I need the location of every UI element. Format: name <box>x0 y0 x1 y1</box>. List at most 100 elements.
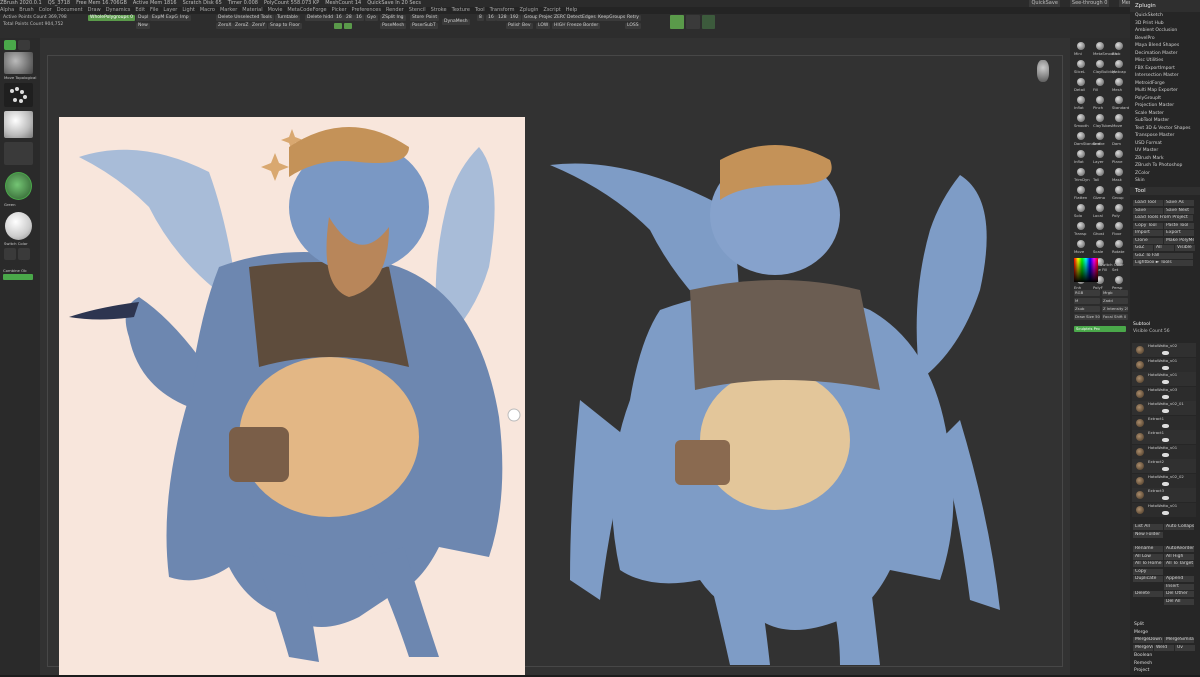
menu-file[interactable]: File <box>150 7 158 14</box>
alpha-preview[interactable] <box>4 111 33 138</box>
eye-icon[interactable] <box>1162 496 1169 500</box>
subtool-row[interactable]: HotoWatto_v02_02 <box>1132 473 1196 488</box>
zplugin-item[interactable]: 3D Print Hub <box>1130 20 1200 28</box>
subtool-row[interactable]: Extract1 <box>1132 415 1196 430</box>
brush-sphere-icon[interactable] <box>1077 222 1085 230</box>
zeroz-button[interactable]: ZeroZ <box>233 23 251 29</box>
tool-button[interactable]: GoZ To Fall <box>1133 252 1193 259</box>
zplugin-item[interactable]: ZColor <box>1130 170 1200 178</box>
brush-sphere-icon[interactable] <box>1115 114 1123 122</box>
merge-button[interactable]: Uv <box>1175 644 1195 651</box>
tool-button[interactable]: Save Next <box>1164 207 1194 214</box>
menu-document[interactable]: Document <box>57 7 83 14</box>
tool-button[interactable]: GoZ <box>1133 245 1153 251</box>
zplugin-item[interactable]: Skin <box>1130 177 1200 185</box>
brush-sphere-icon[interactable] <box>1096 204 1104 212</box>
brush-setting-button[interactable]: Mrgb <box>1102 290 1128 296</box>
tool-button[interactable]: Save <box>1133 207 1163 214</box>
zplugin-item[interactable]: Projection Master <box>1130 102 1200 110</box>
brush-sphere-icon[interactable] <box>1115 222 1123 230</box>
menu-alpha[interactable]: Alpha <box>0 7 14 14</box>
brush-sphere-icon[interactable] <box>1115 186 1123 194</box>
brush-sphere-icon[interactable] <box>1077 186 1085 194</box>
subtool-op-button[interactable]: All Low <box>1133 553 1163 560</box>
menu-picker[interactable]: Picker <box>332 7 347 14</box>
zremesher-button[interactable] <box>670 15 684 29</box>
eye-icon[interactable] <box>1162 409 1169 413</box>
tool-button[interactable]: Copy Tool <box>1133 222 1163 229</box>
subtool-op-button[interactable]: Del Other <box>1164 591 1194 597</box>
menu-zscript[interactable]: Zscript <box>543 7 560 14</box>
merge-button[interactable]: Weld <box>1154 644 1174 651</box>
edit-mode-button[interactable] <box>4 40 16 50</box>
loss-button[interactable]: LOSS <box>625 23 641 29</box>
eye-icon[interactable] <box>1162 365 1169 370</box>
menu-help[interactable]: Help <box>566 7 577 14</box>
subtool-op-button[interactable]: Insert <box>1164 583 1194 590</box>
brush-sphere-icon[interactable] <box>1077 204 1085 212</box>
brush-sphere-icon[interactable] <box>1115 78 1123 86</box>
toggle-on-button[interactable] <box>334 23 342 29</box>
brush-sphere-icon[interactable] <box>1096 240 1104 248</box>
draw-mode-button[interactable] <box>18 40 30 50</box>
zplugin-item[interactable]: QuickSketch <box>1130 12 1200 20</box>
merge-button[interactable]: MergeDown <box>1133 637 1163 643</box>
stroke-preview[interactable] <box>4 83 33 107</box>
menu-material[interactable]: Material <box>242 7 262 14</box>
dupl-button[interactable]: Dupl <box>136 15 151 21</box>
subtool-list-button[interactable]: Auto Collapse <box>1164 524 1194 530</box>
low-button[interactable]: LOW <box>536 23 551 29</box>
tool-button[interactable]: Import <box>1133 230 1163 236</box>
menu-metacodeforge[interactable]: MetaCodeForge <box>287 7 326 14</box>
keep-groups-button[interactable]: KeepGroups <box>596 15 628 21</box>
snap-floor-button[interactable]: Snap to Floor <box>268 23 302 29</box>
brush-sphere-icon[interactable] <box>1077 42 1085 50</box>
delete-hidden-button[interactable]: Delete hidd <box>305 15 336 21</box>
toggle-on-button-2[interactable] <box>344 23 352 29</box>
brush-sphere-icon[interactable] <box>1077 96 1085 104</box>
subtool-row[interactable]: HotoWatto_v01 <box>1132 444 1196 459</box>
tool-button[interactable]: Make PolyMesh3D <box>1164 237 1194 244</box>
whole-polygroups-button[interactable]: WholePolygroups 0 <box>88 15 136 21</box>
tool-button[interactable]: Save As <box>1164 200 1194 206</box>
eye-icon[interactable] <box>1162 438 1169 442</box>
subtool-row[interactable]: HotoWatto_v01 <box>1132 357 1196 372</box>
tool-button[interactable]: Clone <box>1133 237 1163 244</box>
brush-setting-button[interactable]: RGB <box>1074 290 1100 296</box>
eye-icon[interactable] <box>1162 380 1169 384</box>
res-16-button[interactable]: 16 <box>486 15 496 21</box>
subtool-row[interactable]: HotoWatto_v01 <box>1132 502 1196 517</box>
brush-sphere-icon[interactable] <box>1115 132 1123 140</box>
subtool-row[interactable]: HotoWatto_v03 <box>1132 386 1196 401</box>
num-16-button[interactable]: 16 <box>334 15 344 21</box>
menu-dynamics[interactable]: Dynamics <box>106 7 131 14</box>
res-128-button[interactable]: 128 <box>496 15 509 21</box>
num-16b-button[interactable]: 16 <box>354 15 364 21</box>
subtool-op-button[interactable]: All To Target <box>1164 561 1194 567</box>
turntable-button[interactable]: Turntable <box>275 15 300 21</box>
subtool-op-button[interactable]: Append <box>1164 576 1194 582</box>
zsplit-button[interactable]: ZSplit Ing <box>380 15 406 21</box>
gyro-button[interactable]: Gyo <box>365 15 378 21</box>
brush-sphere-icon[interactable] <box>1096 96 1104 104</box>
tool-button[interactable]: Visible <box>1175 245 1195 251</box>
brush-setting-button[interactable]: M <box>1074 298 1100 304</box>
brush-setting-button[interactable]: Draw Size 50 <box>1074 314 1100 320</box>
tool-button[interactable]: Load Tool <box>1133 200 1163 206</box>
point-button[interactable]: Point <box>424 15 440 21</box>
menu-macro[interactable]: Macro <box>200 7 215 14</box>
title-right-button[interactable]: QuickSave <box>1029 0 1060 7</box>
eye-icon[interactable] <box>1162 467 1169 471</box>
menu-render[interactable]: Render <box>386 7 404 14</box>
symmetry-button[interactable] <box>702 15 715 29</box>
brush-sphere-icon[interactable] <box>1115 96 1123 104</box>
tool-button[interactable]: Lightbox ► Tools <box>1133 260 1193 266</box>
subtool-row[interactable]: HotoWatto_v02_01 <box>1132 401 1196 415</box>
zplugin-item[interactable]: FBX ExportImport <box>1130 65 1200 73</box>
brush-sphere-icon[interactable] <box>1077 78 1085 86</box>
brush-setting-button[interactable]: Zsub <box>1074 306 1100 312</box>
zplugin-item[interactable]: Transpose Master <box>1130 132 1200 140</box>
subtool-row[interactable]: Extract1 <box>1132 430 1196 444</box>
menu-layer[interactable]: Layer <box>163 7 177 14</box>
menu-preferences[interactable]: Preferences <box>352 7 381 14</box>
